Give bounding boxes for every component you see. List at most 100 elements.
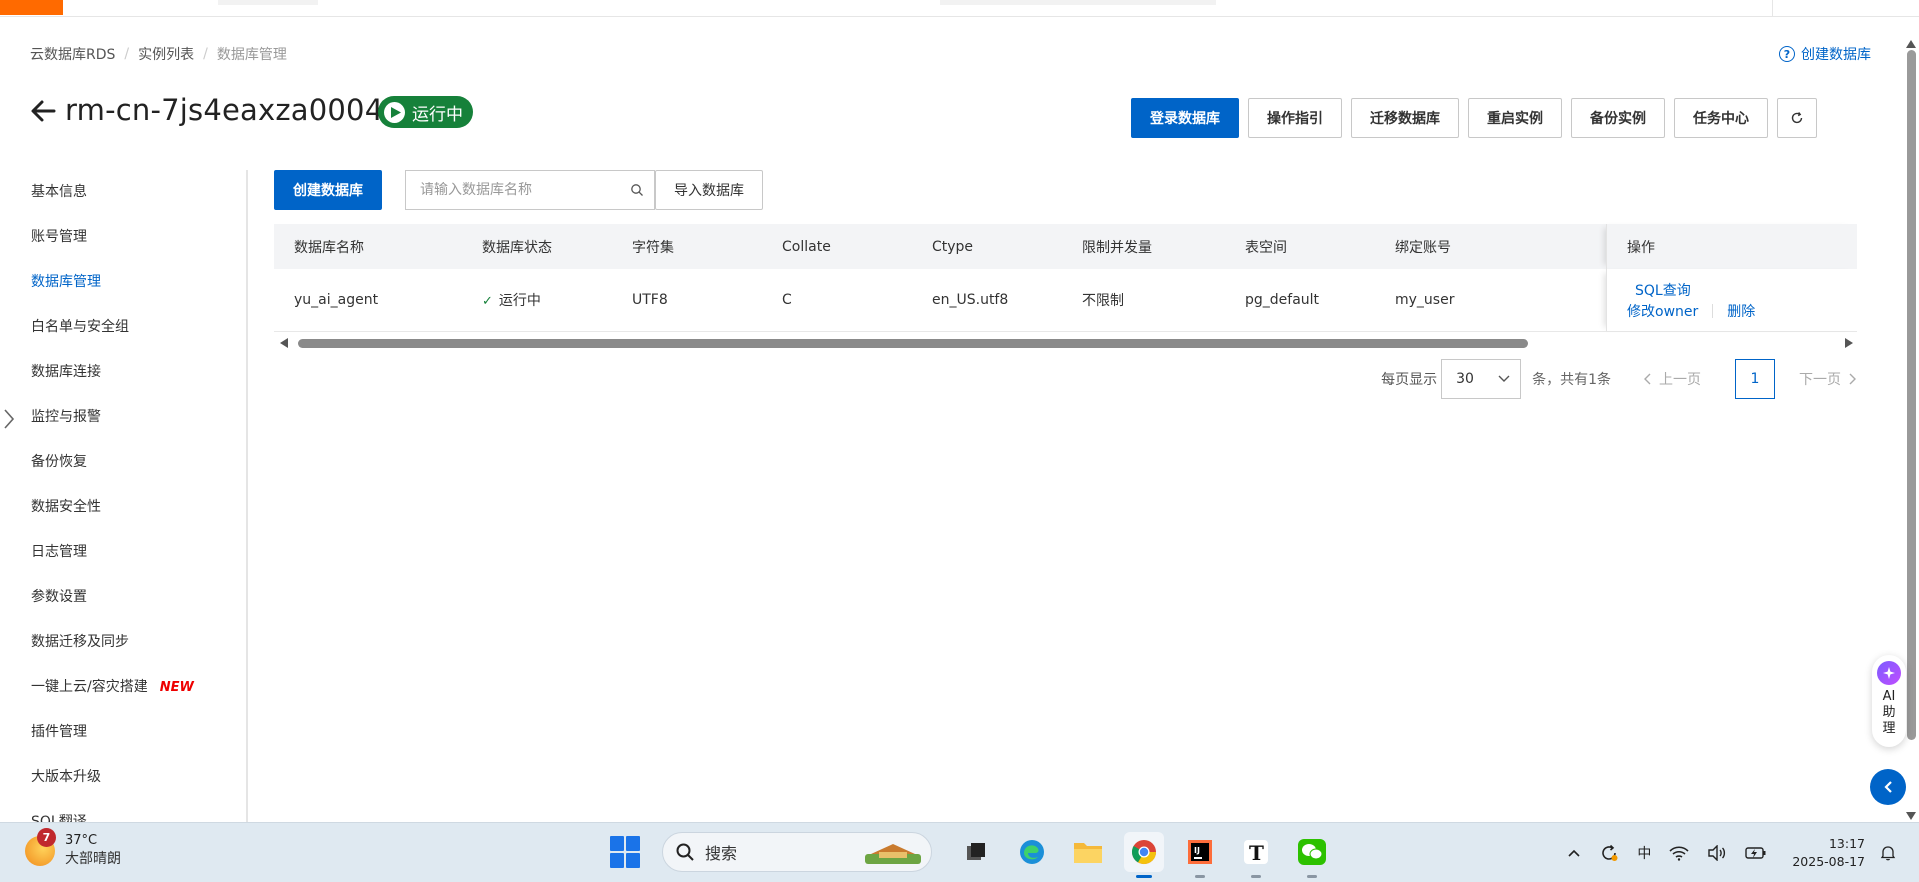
sidebar-item-monitoring[interactable]: 监控与报警	[0, 395, 246, 440]
taskbar-clock[interactable]: 13:17 2025-08-17	[1792, 835, 1865, 871]
database-search-box[interactable]	[405, 170, 655, 210]
new-badge: NEW	[159, 680, 194, 695]
page-vertical-scrollbar[interactable]	[1904, 40, 1919, 820]
scroll-up-icon[interactable]	[1906, 40, 1916, 48]
sidebar-item-sql-translation[interactable]: SQL翻译	[0, 800, 246, 822]
sidebar-item-accounts[interactable]: 账号管理	[0, 215, 246, 260]
wifi-icon[interactable]	[1669, 845, 1689, 861]
back-arrow-icon[interactable]	[28, 96, 58, 126]
running-indicator	[1251, 875, 1261, 878]
next-page-button[interactable]: 下一页	[1799, 369, 1857, 389]
sidebar-expand-chevron-icon[interactable]	[0, 402, 18, 436]
scrollbar-thumb[interactable]	[1907, 50, 1916, 740]
column-header-status: 数据库状态	[482, 239, 552, 256]
migrate-database-button[interactable]: 迁移数据库	[1351, 98, 1459, 138]
refresh-button[interactable]	[1777, 98, 1817, 138]
scrollbar-thumb[interactable]	[298, 339, 1528, 348]
cell-actions-line: 修改owner 删除	[1627, 301, 1755, 321]
modify-owner-link[interactable]: 修改owner	[1627, 301, 1698, 321]
database-table: 数据库名称 数据库状态 字符集 Collate Ctype 限制并发量 表空间 …	[274, 224, 1857, 332]
running-indicator	[1195, 875, 1205, 878]
breadcrumb-rds[interactable]: 云数据库RDS	[30, 44, 115, 64]
ai-assistant-button[interactable]: AI助理	[1872, 655, 1906, 747]
collapse-panel-button[interactable]	[1870, 769, 1906, 805]
sidebar-item-database-management[interactable]: 数据库管理	[0, 260, 246, 305]
login-database-button[interactable]: 登录数据库	[1131, 98, 1239, 138]
typora-icon[interactable]: T	[1236, 832, 1276, 878]
create-database-help-label: 创建数据库	[1801, 47, 1871, 63]
sidebar-item-whitelist[interactable]: 白名单与安全组	[0, 305, 246, 350]
sidebar-item-cloud-migration[interactable]: 一键上云/容灾搭建 NEW	[0, 665, 246, 710]
chevron-right-icon	[1849, 373, 1856, 385]
input-method-indicator[interactable]: 中	[1637, 843, 1651, 863]
taskbar-apps: 搜索 IJ T	[610, 832, 1340, 878]
ai-assistant-label: AI助理	[1882, 689, 1896, 736]
taskbar-search[interactable]: 搜索	[662, 832, 932, 872]
weather-description: 大部晴朗	[65, 851, 121, 867]
windows-start-icon[interactable]	[610, 836, 642, 868]
scroll-right-icon[interactable]	[1845, 338, 1853, 348]
help-icon: ?	[1779, 46, 1795, 62]
restart-instance-button[interactable]: 重启实例	[1468, 98, 1562, 138]
breadcrumb-current: 数据库管理	[216, 47, 287, 63]
sidebar-item-major-upgrade[interactable]: 大版本升级	[0, 755, 246, 800]
running-indicator	[1136, 875, 1152, 878]
chrome-browser-icon[interactable]	[1124, 832, 1164, 878]
clock-time: 13:17	[1828, 836, 1865, 851]
database-search-input[interactable]	[420, 182, 630, 198]
sync-icon[interactable]	[1599, 843, 1619, 863]
instance-status-text: 运行中	[412, 104, 463, 125]
sidebar-item-logs[interactable]: 日志管理	[0, 530, 246, 575]
dark-app-icon[interactable]	[956, 832, 996, 872]
table-row: yu_ai_agent ✓ 运行中 UTF8 C en_US.utf8 不限制 p…	[274, 269, 1857, 332]
search-highlight-art-icon	[865, 844, 921, 864]
breadcrumb-instance-list[interactable]: 实例列表	[138, 44, 194, 64]
column-header-ctype: Ctype	[932, 238, 974, 255]
total-count-text: 条，共有1条	[1532, 372, 1611, 388]
weather-alert-badge: 7	[37, 827, 56, 847]
cell-account: my_user	[1395, 292, 1455, 308]
create-database-help-link[interactable]: ? 创建数据库	[1779, 44, 1871, 64]
action-divider	[1712, 303, 1714, 318]
volume-icon[interactable]	[1707, 845, 1727, 861]
column-header-charset: 字符集	[632, 239, 674, 256]
clock-date: 2025-08-17	[1792, 854, 1865, 869]
sidebar-item-basic-info[interactable]: 基本信息	[0, 170, 246, 215]
weather-widget[interactable]: 7 37°C 大部晴朗	[25, 827, 121, 868]
sidebar-item-migration-sync[interactable]: 数据迁移及同步	[0, 620, 246, 665]
edge-browser-icon[interactable]	[1012, 832, 1052, 872]
current-page-button[interactable]: 1	[1735, 359, 1775, 399]
search-icon[interactable]	[630, 183, 644, 197]
create-database-button[interactable]: 创建数据库	[274, 170, 382, 210]
console-search[interactable]	[940, 0, 1216, 5]
sql-query-link[interactable]: SQL查询	[1627, 280, 1691, 300]
sidebar-item-data-security[interactable]: 数据安全性	[0, 485, 246, 530]
delete-link[interactable]: 删除	[1727, 301, 1755, 321]
sidebar-item-extensions[interactable]: 插件管理	[0, 710, 246, 755]
sidebar-item-connection[interactable]: 数据库连接	[0, 350, 246, 395]
table-toolbar: 创建数据库 导入数据库	[274, 170, 763, 210]
chevron-down-icon	[1498, 375, 1510, 382]
scroll-down-icon[interactable]	[1906, 812, 1916, 820]
intellij-idea-icon[interactable]: IJ	[1180, 832, 1220, 878]
prev-page-button[interactable]: 上一页	[1643, 369, 1701, 389]
operation-guide-button[interactable]: 操作指引	[1248, 98, 1342, 138]
refresh-icon	[1791, 112, 1803, 124]
sidebar-item-parameters[interactable]: 参数设置	[0, 575, 246, 620]
backup-instance-button[interactable]: 备份实例	[1571, 98, 1665, 138]
page-size-select[interactable]: 30	[1441, 359, 1522, 399]
file-explorer-icon[interactable]	[1068, 832, 1108, 872]
table-horizontal-scrollbar[interactable]	[276, 336, 1857, 350]
wechat-icon[interactable]	[1292, 832, 1332, 878]
cell-charset: UTF8	[632, 292, 668, 308]
workspace-selector[interactable]	[218, 0, 318, 5]
chevron-up-icon[interactable]	[1567, 848, 1581, 858]
scroll-left-icon[interactable]	[280, 338, 288, 348]
brand-logo[interactable]	[0, 0, 63, 15]
chevron-left-icon	[1884, 781, 1892, 793]
battery-icon[interactable]	[1745, 846, 1767, 860]
task-center-button[interactable]: 任务中心	[1674, 98, 1768, 138]
notification-icon[interactable]	[1880, 845, 1896, 861]
sidebar-item-backup[interactable]: 备份恢复	[0, 440, 246, 485]
import-database-button[interactable]: 导入数据库	[655, 170, 763, 210]
